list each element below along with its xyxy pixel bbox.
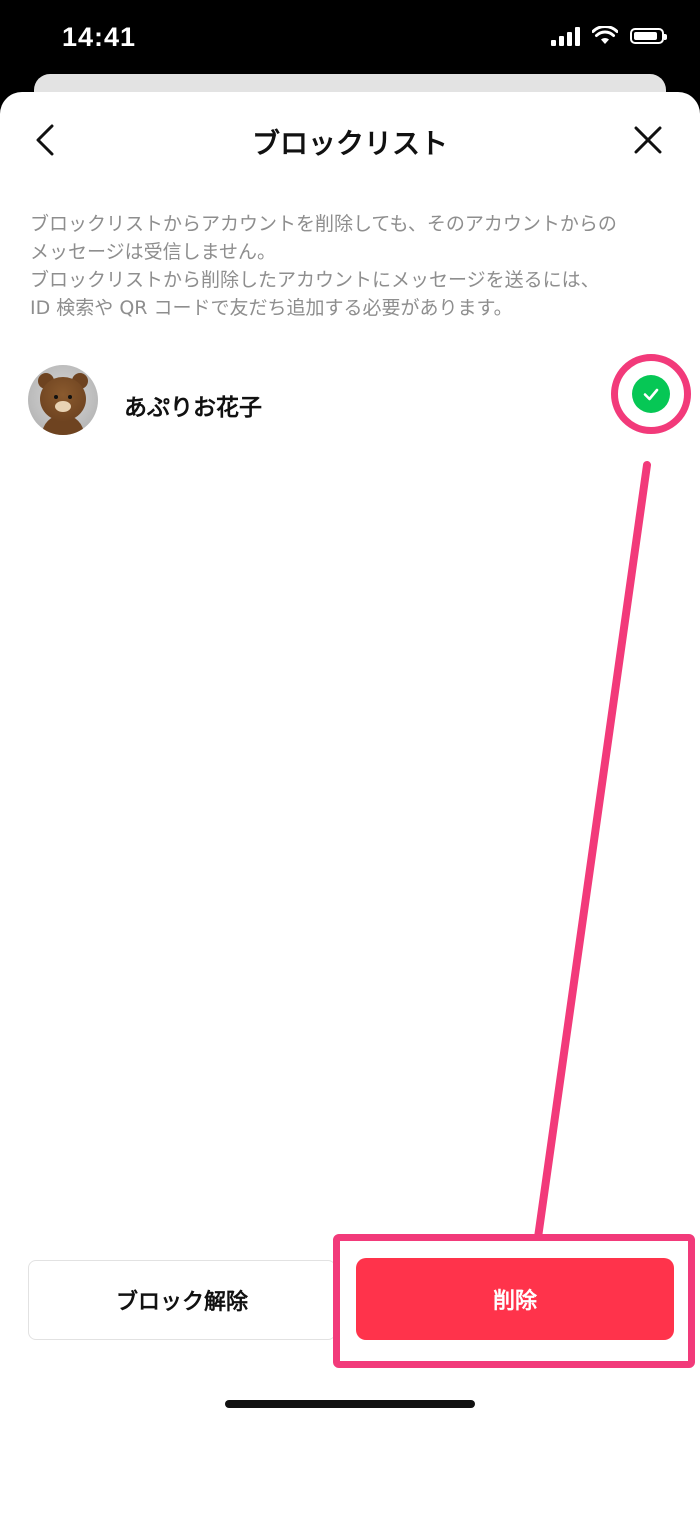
blocked-friend-item[interactable]: あぷりお花子 xyxy=(0,354,700,442)
page-title: ブロックリスト xyxy=(251,127,448,160)
battery-icon xyxy=(630,28,667,44)
home-indicator xyxy=(225,1400,475,1408)
wifi-icon xyxy=(592,26,618,44)
unblock-button[interactable]: ブロック解除 xyxy=(28,1260,336,1340)
description-text: ブロックリストからアカウントを削除しても、そのアカウントからの メッセージは受信… xyxy=(30,213,617,319)
header: ブロックリスト xyxy=(0,92,700,184)
delete-button[interactable]: 削除 xyxy=(356,1258,674,1340)
status-icons xyxy=(551,26,667,46)
cellular-signal-icon xyxy=(551,26,580,46)
check-icon xyxy=(643,388,659,401)
friend-name: あぷりお花子 xyxy=(124,395,262,421)
close-icon[interactable] xyxy=(630,122,666,158)
selected-checkbox[interactable] xyxy=(632,375,670,413)
selection-highlight xyxy=(611,354,691,434)
status-bar: 14:41 xyxy=(0,0,700,80)
avatar xyxy=(28,365,98,435)
status-time: 14:41 xyxy=(62,22,137,52)
